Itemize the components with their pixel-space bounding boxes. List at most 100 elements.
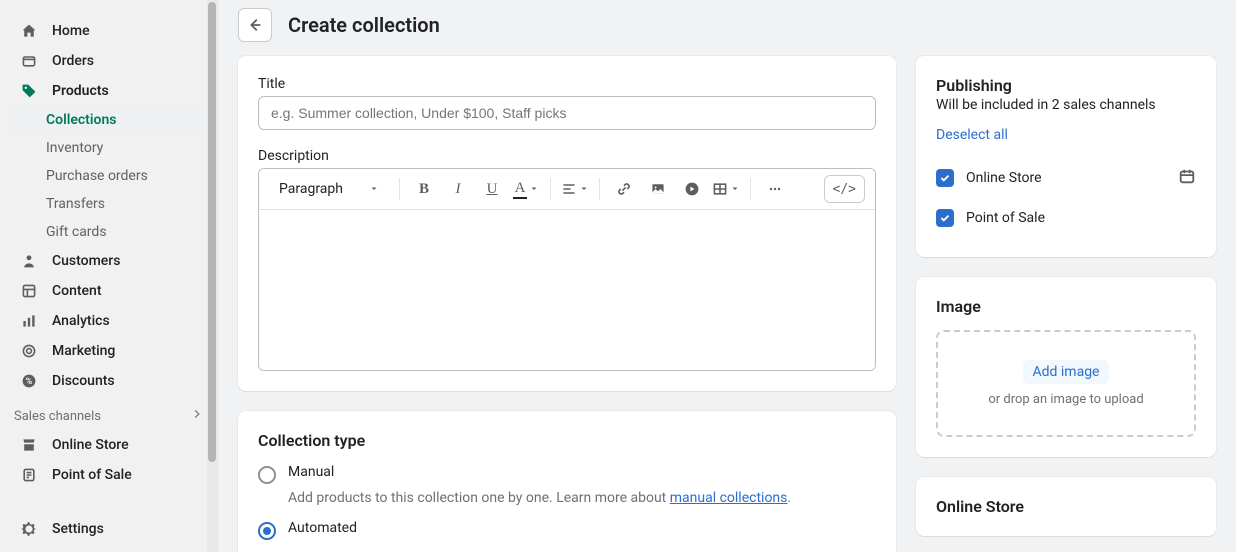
manual-collections-link[interactable]: manual collections (670, 490, 788, 506)
nav-transfers[interactable]: Transfers (6, 190, 211, 218)
calendar-icon[interactable] (1178, 167, 1196, 189)
pos-icon (20, 466, 38, 484)
image-card: Image Add image or drop an image to uplo… (916, 277, 1216, 457)
channel-point-of-sale: Point of Sale (936, 199, 1196, 237)
manual-description: Add products to this collection one by o… (288, 490, 876, 506)
nav-orders[interactable]: Orders (6, 46, 211, 76)
arrow-left-icon (246, 16, 264, 34)
nav-online-store[interactable]: Online Store (6, 430, 211, 460)
image-heading: Image (936, 297, 1196, 316)
collection-type-heading: Collection type (258, 431, 876, 450)
nav-label: Discounts (52, 373, 115, 389)
marketing-icon (20, 342, 38, 360)
customer-icon (20, 252, 38, 270)
nav-marketing[interactable]: Marketing (6, 336, 211, 366)
deselect-all-link[interactable]: Deselect all (936, 127, 1008, 143)
italic-button[interactable]: I (444, 175, 472, 203)
bold-button[interactable]: B (410, 175, 438, 203)
nav-gift-cards[interactable]: Gift cards (6, 218, 211, 246)
paragraph-style-select[interactable]: Paragraph (269, 177, 389, 201)
home-icon (20, 22, 38, 40)
link-button[interactable] (610, 175, 638, 203)
store-icon (20, 436, 38, 454)
radio-automated[interactable] (258, 522, 276, 540)
drop-hint: or drop an image to upload (948, 392, 1184, 407)
video-button[interactable] (678, 175, 706, 203)
sidebar: Home Orders Products Collections Invento… (0, 0, 218, 552)
online-store-heading: Online Store (936, 497, 1196, 516)
nav-label: Online Store (52, 437, 129, 453)
nav-customers[interactable]: Customers (6, 246, 211, 276)
underline-button[interactable]: U (478, 175, 506, 203)
scrollbar-thumb[interactable] (208, 2, 216, 462)
description-textarea[interactable] (259, 210, 875, 370)
chevron-down-icon (529, 184, 539, 194)
radio-manual[interactable] (258, 466, 276, 484)
nav-label: Point of Sale (52, 467, 132, 483)
chevron-right-icon (191, 408, 203, 424)
publishing-subtext: Will be included in 2 sales channels (936, 97, 1196, 113)
nav-label: Marketing (52, 343, 115, 359)
nav-settings[interactable]: Settings (6, 514, 211, 544)
image-button[interactable] (644, 175, 672, 203)
description-label: Description (258, 148, 876, 164)
collection-type-automated[interactable]: Automated (258, 520, 876, 540)
collection-type-card: Collection type Manual Add products to t… (238, 411, 896, 552)
nav-label: Settings (52, 521, 104, 537)
text-color-button[interactable]: A (512, 175, 540, 203)
checkbox-online-store[interactable] (936, 169, 954, 187)
orders-icon (20, 52, 38, 70)
nav-label: Analytics (52, 313, 110, 329)
image-icon (650, 181, 666, 197)
more-button[interactable] (761, 175, 789, 203)
publishing-card: Publishing Will be included in 2 sales c… (916, 56, 1216, 257)
image-dropzone[interactable]: Add image or drop an image to upload (936, 330, 1196, 437)
video-icon (684, 181, 700, 197)
nav-label: Content (52, 283, 102, 299)
back-button[interactable] (238, 8, 272, 42)
nav-purchase-orders[interactable]: Purchase orders (6, 162, 211, 190)
more-icon (767, 181, 783, 197)
sales-channels-header[interactable]: Sales channels (0, 396, 217, 430)
nav-discounts[interactable]: % Discounts (6, 366, 211, 396)
chevron-down-icon (369, 184, 379, 194)
link-icon (616, 181, 632, 197)
title-description-card: Title Description Paragraph B I (238, 56, 896, 391)
chevron-down-icon (730, 184, 740, 194)
tag-icon (20, 82, 38, 100)
page-title: Create collection (288, 13, 440, 37)
table-icon (712, 181, 728, 197)
table-button[interactable] (712, 175, 740, 203)
discount-icon: % (20, 372, 38, 390)
content-icon (20, 282, 38, 300)
nav-content[interactable]: Content (6, 276, 211, 306)
online-store-card: Online Store (916, 477, 1216, 536)
gear-icon (20, 520, 38, 538)
nav-label: Home (52, 23, 90, 39)
chevron-down-icon (579, 184, 589, 194)
page-header: Create collection (238, 0, 1216, 56)
align-icon (561, 181, 577, 197)
svg-text:%: % (26, 377, 33, 387)
align-button[interactable] (561, 175, 589, 203)
title-label: Title (258, 76, 876, 92)
rich-text-editor: Paragraph B I U A (258, 168, 876, 371)
add-image-button[interactable]: Add image (1023, 360, 1110, 384)
nav-point-of-sale[interactable]: Point of Sale (6, 460, 211, 490)
publishing-heading: Publishing (936, 76, 1196, 95)
editor-toolbar: Paragraph B I U A (259, 169, 875, 210)
nav-products[interactable]: Products (6, 76, 211, 106)
nav-collections[interactable]: Collections (6, 106, 211, 134)
analytics-icon (20, 312, 38, 330)
nav-inventory[interactable]: Inventory (6, 134, 211, 162)
title-input[interactable] (258, 96, 876, 130)
nav-label: Products (52, 83, 109, 99)
nav-label: Customers (52, 253, 120, 269)
scrollbar-track[interactable] (207, 0, 217, 552)
nav-home[interactable]: Home (6, 16, 211, 46)
nav-analytics[interactable]: Analytics (6, 306, 211, 336)
checkbox-pos[interactable] (936, 209, 954, 227)
collection-type-manual[interactable]: Manual (258, 464, 876, 484)
code-view-button[interactable]: </> (824, 175, 865, 203)
channel-online-store: Online Store (936, 157, 1196, 199)
